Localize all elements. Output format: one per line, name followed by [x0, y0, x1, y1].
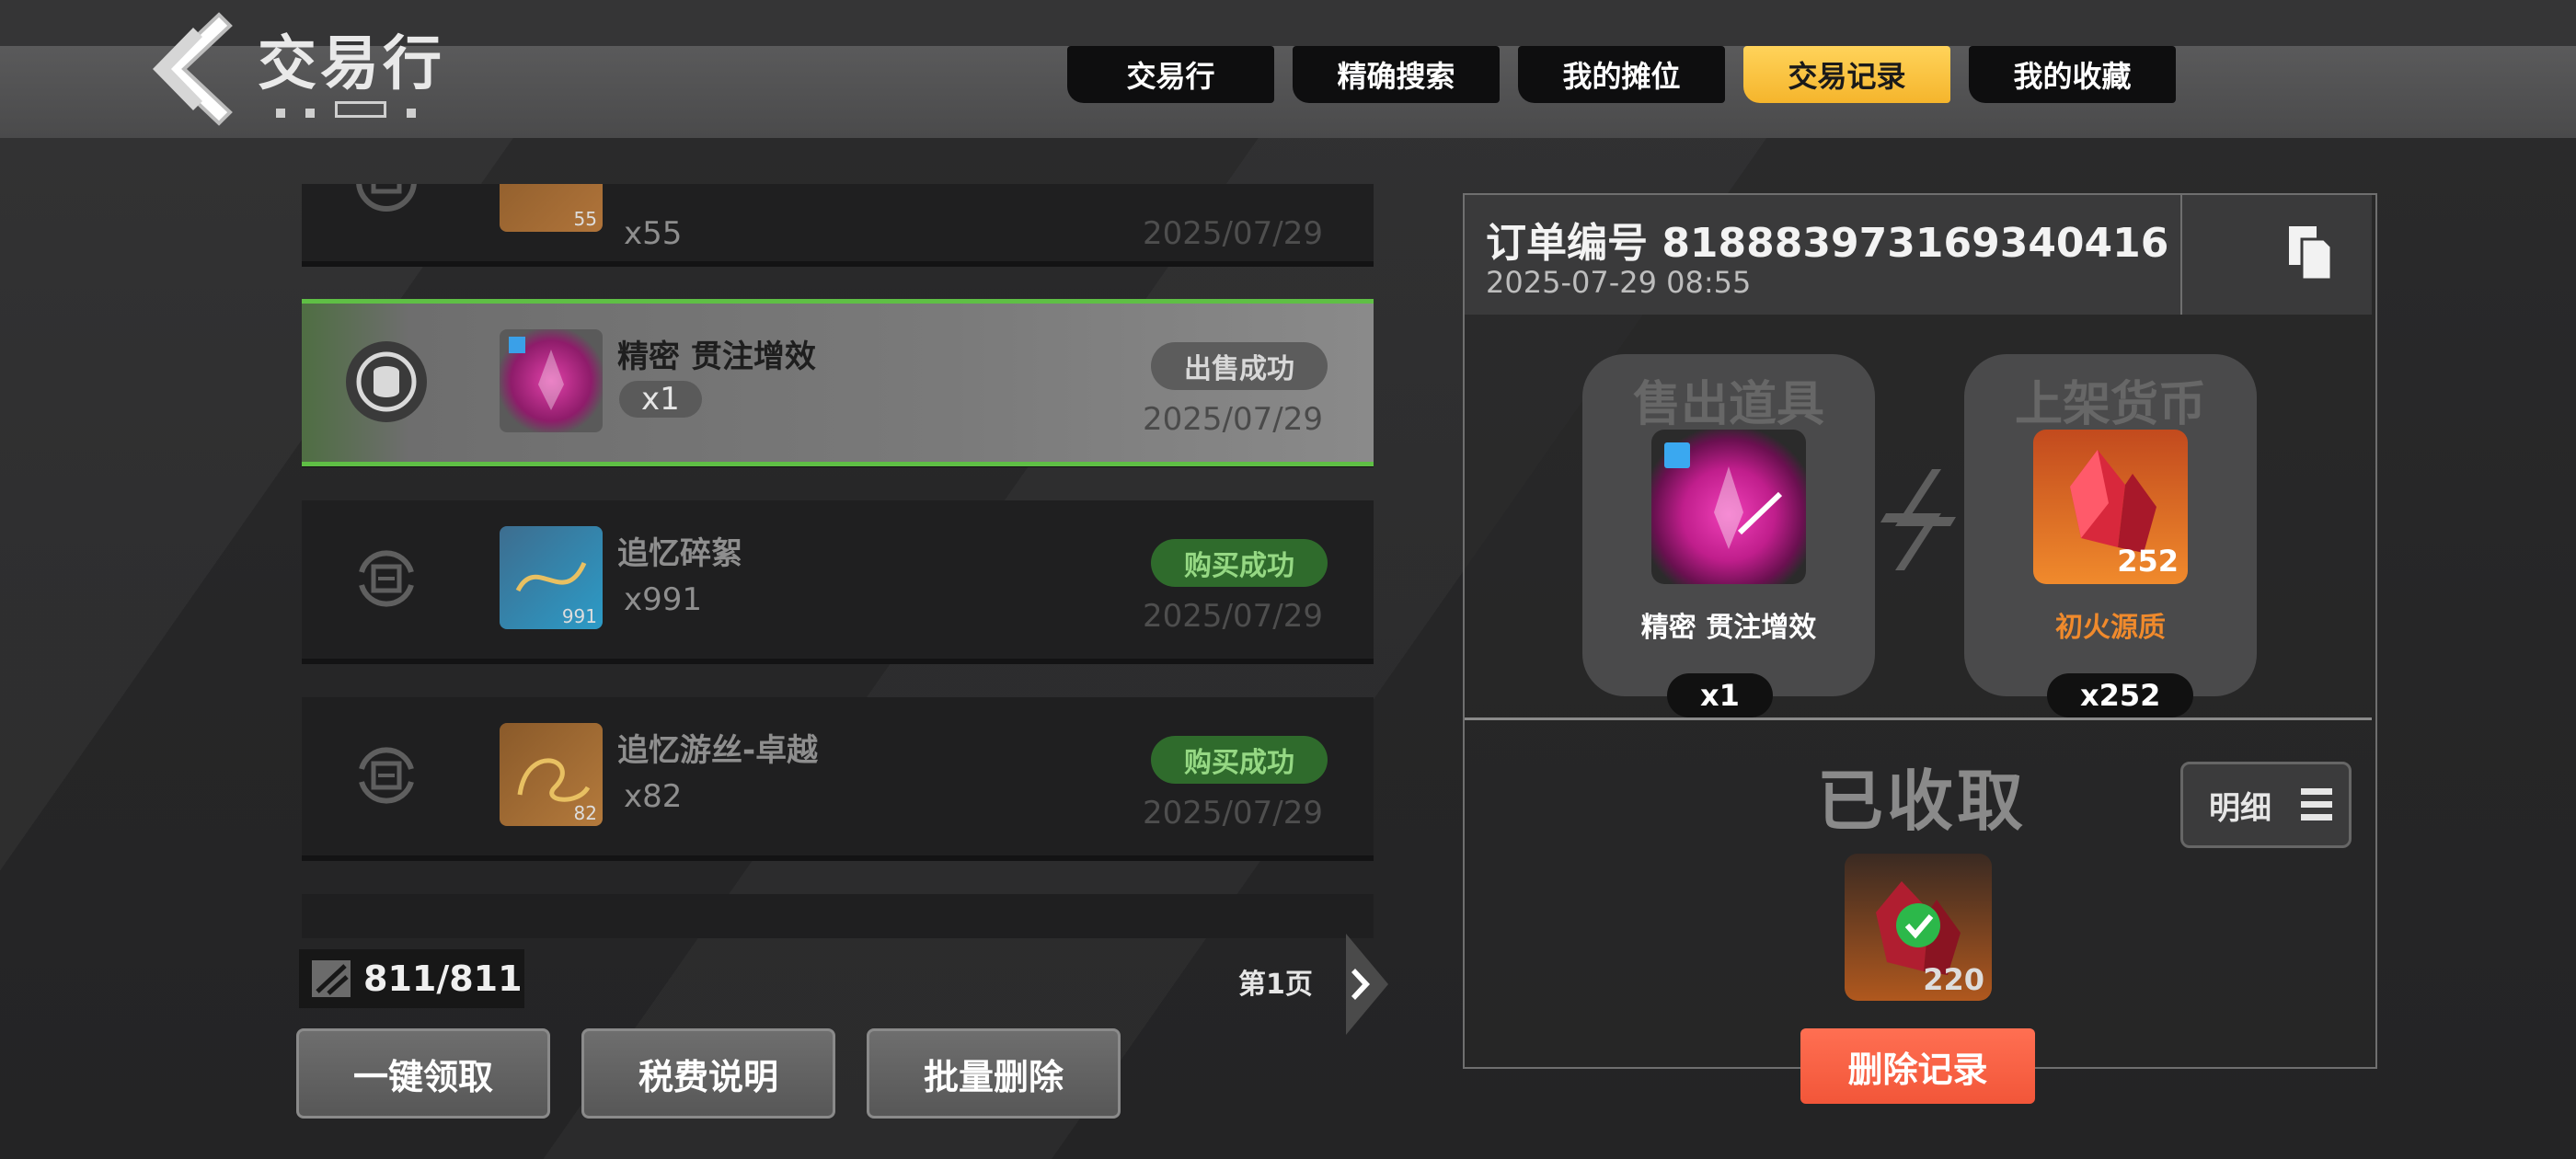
record-count: 811/811: [299, 949, 524, 1008]
currency-card: 上架货币 252 初火源质: [1964, 354, 2257, 696]
tab-precise-search[interactable]: 精确搜索: [1293, 46, 1500, 103]
item-thumbnail: 991: [500, 526, 603, 629]
sold-item-icon: [1651, 430, 1806, 584]
order-time: 2025-07-29 08:55: [1486, 265, 1752, 300]
currency-quantity: x252: [2047, 673, 2194, 717]
item-count: 991: [561, 605, 597, 627]
menu-icon: [2301, 788, 2332, 820]
item-count: 55: [573, 208, 597, 230]
status-badge: 购买成功: [1151, 539, 1328, 587]
back-button[interactable]: [138, 9, 239, 129]
next-page-button[interactable]: [1346, 934, 1388, 1035]
record-row[interactable]: 991 追忆碎絮 x991 购买成功 2025/07/29: [302, 500, 1374, 659]
crystal-orb-icon: [509, 337, 564, 410]
item-name: 追忆游丝-卓越: [617, 732, 819, 769]
item-quantity: x82: [624, 778, 683, 815]
tab-trade-records[interactable]: 交易记录: [1743, 46, 1950, 103]
reward-count: 220: [1923, 962, 1984, 997]
record-date: 2025/07/29: [1143, 215, 1323, 252]
buy-swap-icon: [343, 732, 430, 819]
tab-trading-house[interactable]: 交易行: [1067, 46, 1274, 103]
record-row-selected[interactable]: 精密 贯注增效 x1 出售成功 2025/07/29: [302, 299, 1374, 466]
record-row[interactable]: 55 x55 2025/07/29: [302, 184, 1374, 261]
buy-swap-icon: [343, 184, 430, 224]
tax-info-button[interactable]: 税费说明: [581, 1028, 835, 1119]
currency-count: 252: [2117, 544, 2179, 579]
received-reward: 220: [1845, 854, 1992, 1001]
page-number: 第1页: [1238, 969, 1313, 1001]
delete-record-button[interactable]: 删除记录: [1800, 1028, 2035, 1104]
chevron-right-icon: [1346, 934, 1388, 1035]
record-row[interactable]: 82 追忆游丝-卓越 x82 购买成功 2025/07/29: [302, 697, 1374, 855]
sold-item-card: 售出道具 精密 贯注增效: [1582, 354, 1875, 696]
currency-icon: 252: [2033, 430, 2188, 584]
order-number: 订单编号 818883973169340416: [1486, 220, 2169, 267]
item-thumbnail: [500, 329, 603, 432]
detail-button[interactable]: 明细: [2180, 762, 2352, 848]
item-name: 追忆碎絮: [617, 535, 742, 572]
chevron-left-icon: [153, 12, 233, 126]
status-badge: 购买成功: [1151, 736, 1328, 784]
record-list[interactable]: 55 x55 2025/07/29 精密 贯注增效 x1 出售成功 2025/0…: [302, 184, 1374, 938]
stack-icon: [312, 960, 351, 997]
buy-swap-icon: [343, 535, 430, 622]
page-title: 交易行: [258, 30, 445, 98]
record-date: 2025/07/29: [1143, 598, 1323, 635]
received-label: 已收取: [1817, 763, 2028, 840]
item-thumbnail: 82: [500, 723, 603, 826]
copy-icon: [2289, 226, 2333, 281]
copy-button[interactable]: [2180, 195, 2374, 315]
tab-my-stall[interactable]: 我的摊位: [1518, 46, 1725, 103]
sold-item-label: 售出道具: [1632, 377, 1824, 432]
crystal-orb-icon: [1664, 442, 1783, 549]
record-date: 2025/07/29: [1143, 795, 1323, 832]
status-badge: 出售成功: [1151, 342, 1328, 390]
record-count-value: 811/811: [363, 958, 523, 999]
title-decoration: [276, 101, 451, 118]
tab-bar: 交易行 精确搜索 我的摊位 交易记录 我的收藏: [1067, 46, 2176, 103]
exchange-arrows-icon: [1877, 460, 1960, 580]
sold-item-name: 精密 贯注增效: [1640, 612, 1817, 644]
detail-button-label: 明细: [2209, 790, 2271, 827]
item-quantity: x991: [624, 581, 703, 618]
record-row[interactable]: [302, 894, 1374, 938]
panel-divider: [1465, 717, 2372, 720]
item-quantity: x1: [619, 381, 702, 418]
currency-name: 初火源质: [2055, 612, 2166, 644]
sell-coins-icon: [343, 339, 430, 425]
item-thumbnail: 55: [500, 184, 603, 232]
sold-item-quantity: x1: [1667, 673, 1773, 717]
item-name: 精密 贯注增效: [617, 339, 816, 375]
record-date: 2025/07/29: [1143, 401, 1323, 438]
batch-delete-button[interactable]: 批量删除: [867, 1028, 1121, 1119]
item-count: 82: [573, 802, 597, 824]
claim-all-button[interactable]: 一键领取: [296, 1028, 550, 1119]
tab-my-favorites[interactable]: 我的收藏: [1969, 46, 2176, 103]
currency-label: 上架货币: [2014, 377, 2206, 432]
item-quantity: x55: [624, 215, 683, 252]
